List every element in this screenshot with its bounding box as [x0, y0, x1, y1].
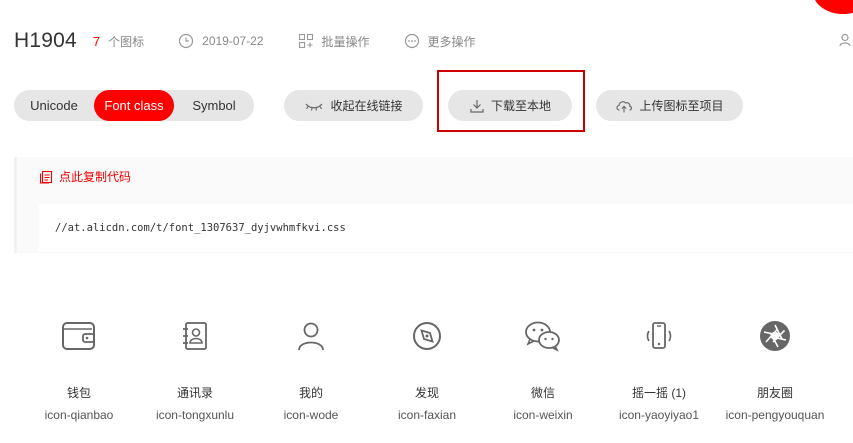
more-operations-button[interactable]: 更多操作 [404, 33, 476, 50]
user-icon [291, 316, 331, 356]
icon-item-class: icon-faxian [397, 408, 457, 422]
notification-badge[interactable] [813, 0, 853, 14]
clock-icon [179, 33, 194, 49]
css-url-box[interactable]: //at.alicdn.com/t/font_1307637_dyjvwhmfk… [39, 204, 853, 252]
download-to-local-label: 下载至本地 [490, 99, 551, 113]
icon-item[interactable]: 发现 icon-faxian [369, 316, 485, 422]
tab-symbol[interactable]: Symbol [174, 90, 254, 121]
copy-document-icon [39, 170, 53, 184]
created-date-text: 2019-07-22 [202, 34, 264, 48]
copy-code-link[interactable]: 点此复制代码 [39, 168, 131, 185]
wallet-icon [59, 316, 99, 356]
icon-count: 7 [92, 33, 101, 49]
icon-item-name: 摇一摇 (1) [631, 386, 686, 400]
project-title: H1904 [14, 29, 77, 52]
tab-unicode[interactable]: Unicode [14, 90, 94, 121]
icon-item[interactable]: 通讯录 icon-tongxunlu [137, 316, 253, 422]
icon-item-class: icon-tongxunlu [155, 408, 235, 422]
icon-item-name: 我的 [298, 386, 323, 400]
aperture-icon [755, 316, 795, 356]
closed-eye-icon [306, 103, 323, 111]
download-to-local-button[interactable]: 下载至本地 [448, 90, 572, 121]
more-operations-label: 更多操作 [427, 34, 476, 49]
icon-item[interactable]: 朋友圈 icon-pengyouquan [717, 316, 833, 422]
icon-item-class: icon-weixin [513, 408, 573, 422]
collapse-online-link-label: 收起在线链接 [330, 99, 403, 113]
icon-item-class: icon-pengyouquan [725, 408, 825, 422]
icon-item-name: 通讯录 [176, 386, 213, 400]
batch-operations-label: 批量操作 [321, 34, 370, 49]
upload-icons-button[interactable]: 上传图标至项目 [596, 90, 743, 121]
icon-item[interactable]: 微信 icon-weixin [485, 316, 601, 422]
code-type-tabs: Unicode Font class Symbol [14, 90, 254, 121]
more-dots-icon [404, 33, 419, 49]
user-icon[interactable] [839, 33, 853, 52]
compass-icon [407, 316, 447, 356]
created-date: 2019-07-22 [178, 33, 264, 49]
project-header: H1904 7 个图标 2019-07-22 批量操作 更多操作 [14, 26, 476, 56]
icon-item-name: 钱包 [66, 386, 91, 400]
upload-icons-label: 上传图标至项目 [639, 99, 724, 113]
tab-font-class[interactable]: Font class [94, 90, 174, 121]
shake-phone-icon [639, 316, 679, 356]
icon-item-class: icon-yaoyiyao1 [618, 408, 700, 422]
cloud-upload-icon [616, 100, 633, 112]
grid-icon [298, 33, 313, 49]
icon-item[interactable]: 钱包 icon-qianbao [21, 316, 137, 422]
icon-item[interactable]: 摇一摇 (1) icon-yaoyiyao1 [601, 316, 717, 422]
download-icon [470, 99, 484, 113]
batch-operations-button[interactable]: 批量操作 [298, 33, 370, 50]
code-panel: 点此复制代码 //at.alicdn.com/t/font_1307637_dy… [14, 157, 853, 253]
icon-item-class: icon-qianbao [44, 408, 114, 422]
css-url-text: //at.alicdn.com/t/font_1307637_dyjvwhmfk… [55, 222, 346, 234]
icon-item[interactable]: 我的 icon-wode [253, 316, 369, 422]
icon-item-name: 朋友圈 [756, 386, 793, 400]
icon-list: 钱包 icon-qianbao 通讯录 icon-tongxunlu 我的 ic… [21, 316, 833, 422]
icon-item-name: 微信 [530, 386, 555, 400]
collapse-online-link-button[interactable]: 收起在线链接 [284, 90, 423, 121]
copy-code-label: 点此复制代码 [59, 170, 132, 184]
icon-item-class: icon-wode [283, 408, 339, 422]
icon-item-name: 发现 [414, 386, 439, 400]
icon-count-label: 个图标 [108, 34, 145, 49]
contacts-icon [175, 316, 215, 356]
wechat-icon [523, 316, 563, 356]
